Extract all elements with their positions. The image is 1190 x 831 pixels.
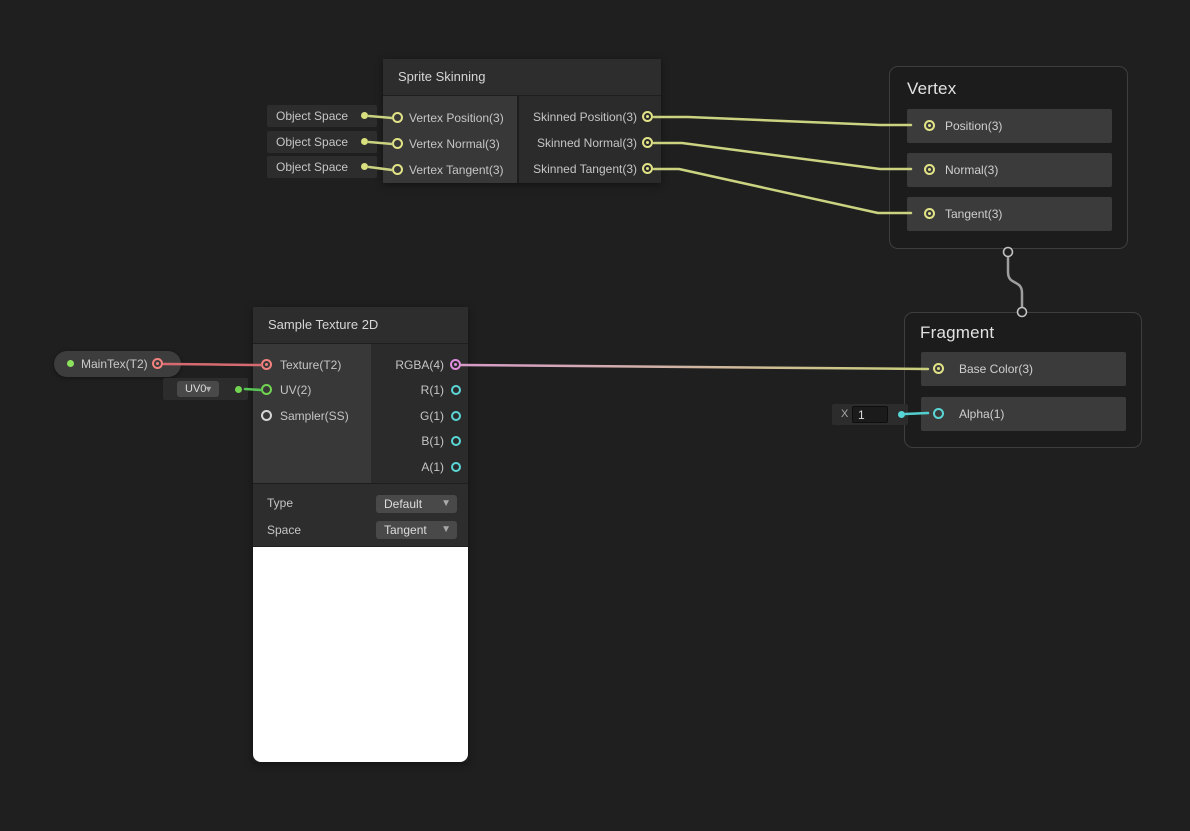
slot-base-color[interactable]: Base Color(3) xyxy=(921,352,1126,386)
property-node-maintex[interactable]: MainTex(T2) xyxy=(54,351,181,377)
object-space-label: Object Space xyxy=(276,156,348,178)
object-space-badge[interactable]: Object Space xyxy=(267,156,377,178)
node-title: Sample Texture 2D xyxy=(253,307,468,343)
space-dropdown[interactable]: Tangent ▼ xyxy=(376,521,457,539)
alpha-value-field[interactable]: X xyxy=(832,404,908,425)
slot-label: Alpha(1) xyxy=(959,397,1004,431)
node-title: Fragment xyxy=(920,323,994,343)
output-port-a[interactable] xyxy=(451,462,461,472)
input-port-position[interactable] xyxy=(924,120,935,131)
slot-label: Normal(3) xyxy=(945,153,998,187)
node-sample-texture-2d[interactable]: Sample Texture 2D Texture(T2) UV(2) Samp… xyxy=(253,307,468,762)
type-dropdown[interactable]: Default ▼ xyxy=(376,495,457,513)
input-port-alpha[interactable] xyxy=(933,408,944,419)
input-port-vertex-normal[interactable] xyxy=(392,138,403,149)
input-port-vertex-tangent[interactable] xyxy=(392,164,403,175)
x-label: X xyxy=(841,404,848,425)
port-label: UV(2) xyxy=(280,382,311,398)
texture-preview xyxy=(253,547,468,762)
port-dot xyxy=(361,163,368,170)
slot-tangent[interactable]: Tangent(3) xyxy=(907,197,1112,231)
port-dot xyxy=(361,138,368,145)
port-label: Vertex Normal(3) xyxy=(409,136,500,152)
uv-channel-dropdown[interactable]: UV0 ▼ xyxy=(177,381,219,397)
chevron-down-icon: ▼ xyxy=(204,381,213,397)
chevron-down-icon: ▼ xyxy=(441,521,451,539)
node-fragment[interactable]: Fragment Base Color(3) Alpha(1) xyxy=(904,312,1142,448)
input-port-uv[interactable] xyxy=(261,384,272,395)
input-port-sampler[interactable] xyxy=(261,410,272,421)
object-space-label: Object Space xyxy=(276,131,348,153)
space-label: Space xyxy=(267,523,301,537)
node-header[interactable]: Sprite Skinning xyxy=(383,59,661,96)
port-label: Skinned Tangent(3) xyxy=(533,161,637,177)
output-port-skinned-tangent[interactable] xyxy=(642,163,653,174)
output-port-skinned-normal[interactable] xyxy=(642,137,653,148)
output-port-maintex[interactable] xyxy=(152,358,163,369)
type-label: Type xyxy=(267,496,293,510)
port-label: Skinned Position(3) xyxy=(533,109,637,125)
slot-normal[interactable]: Normal(3) xyxy=(907,153,1112,187)
port-label: RGBA(4) xyxy=(395,357,444,373)
node-vertex[interactable]: Vertex Position(3) Normal(3) Tangent(3) xyxy=(889,66,1128,249)
object-space-label: Object Space xyxy=(276,105,348,127)
slot-alpha[interactable]: Alpha(1) xyxy=(921,397,1126,431)
output-port-r[interactable] xyxy=(451,385,461,395)
node-header[interactable]: Sample Texture 2D xyxy=(253,307,468,344)
slot-position[interactable]: Position(3) xyxy=(907,109,1112,143)
object-space-badge[interactable]: Object Space xyxy=(267,131,377,153)
exposed-dot xyxy=(67,360,74,367)
object-space-badge[interactable]: Object Space xyxy=(267,105,377,127)
output-port-rgba[interactable] xyxy=(450,359,461,370)
property-label: MainTex(T2) xyxy=(81,351,148,377)
port-label: Vertex Position(3) xyxy=(409,110,504,126)
input-port-texture[interactable] xyxy=(261,359,272,370)
input-port-tangent[interactable] xyxy=(924,208,935,219)
input-port-base-color[interactable] xyxy=(933,363,944,374)
input-port-normal[interactable] xyxy=(924,164,935,175)
slot-label: Position(3) xyxy=(945,109,1002,143)
node-controls: Type Default ▼ Space Tangent ▼ xyxy=(253,483,468,546)
type-dropdown-value: Default xyxy=(384,495,422,513)
port-label: G(1) xyxy=(420,408,444,424)
port-label: Vertex Tangent(3) xyxy=(409,162,504,178)
port-label: B(1) xyxy=(421,433,444,449)
port-dot xyxy=(898,411,905,418)
output-port-skinned-position[interactable] xyxy=(642,111,653,122)
node-title: Sprite Skinning xyxy=(383,59,661,95)
port-dot xyxy=(361,112,368,119)
chevron-down-icon: ▼ xyxy=(441,495,451,513)
port-label: Sampler(SS) xyxy=(280,408,349,424)
slot-label: Tangent(3) xyxy=(945,197,1002,231)
alpha-value-input[interactable] xyxy=(852,406,888,423)
uv-channel-widget[interactable]: UV0 ▼ xyxy=(163,378,248,400)
input-port-vertex-position[interactable] xyxy=(392,112,403,123)
output-port-g[interactable] xyxy=(451,411,461,421)
port-label: R(1) xyxy=(421,382,444,398)
port-dot xyxy=(235,386,242,393)
slot-label: Base Color(3) xyxy=(959,352,1033,386)
node-title: Vertex xyxy=(907,79,956,99)
port-label: Texture(T2) xyxy=(280,357,341,373)
port-label: A(1) xyxy=(421,459,444,475)
space-dropdown-value: Tangent xyxy=(384,521,427,539)
port-label: Skinned Normal(3) xyxy=(537,135,637,151)
output-port-b[interactable] xyxy=(451,436,461,446)
shader-graph-canvas[interactable]: Sprite Skinning Vertex Position(3) Verte… xyxy=(0,0,1190,831)
node-sprite-skinning[interactable]: Sprite Skinning Vertex Position(3) Verte… xyxy=(383,59,661,183)
